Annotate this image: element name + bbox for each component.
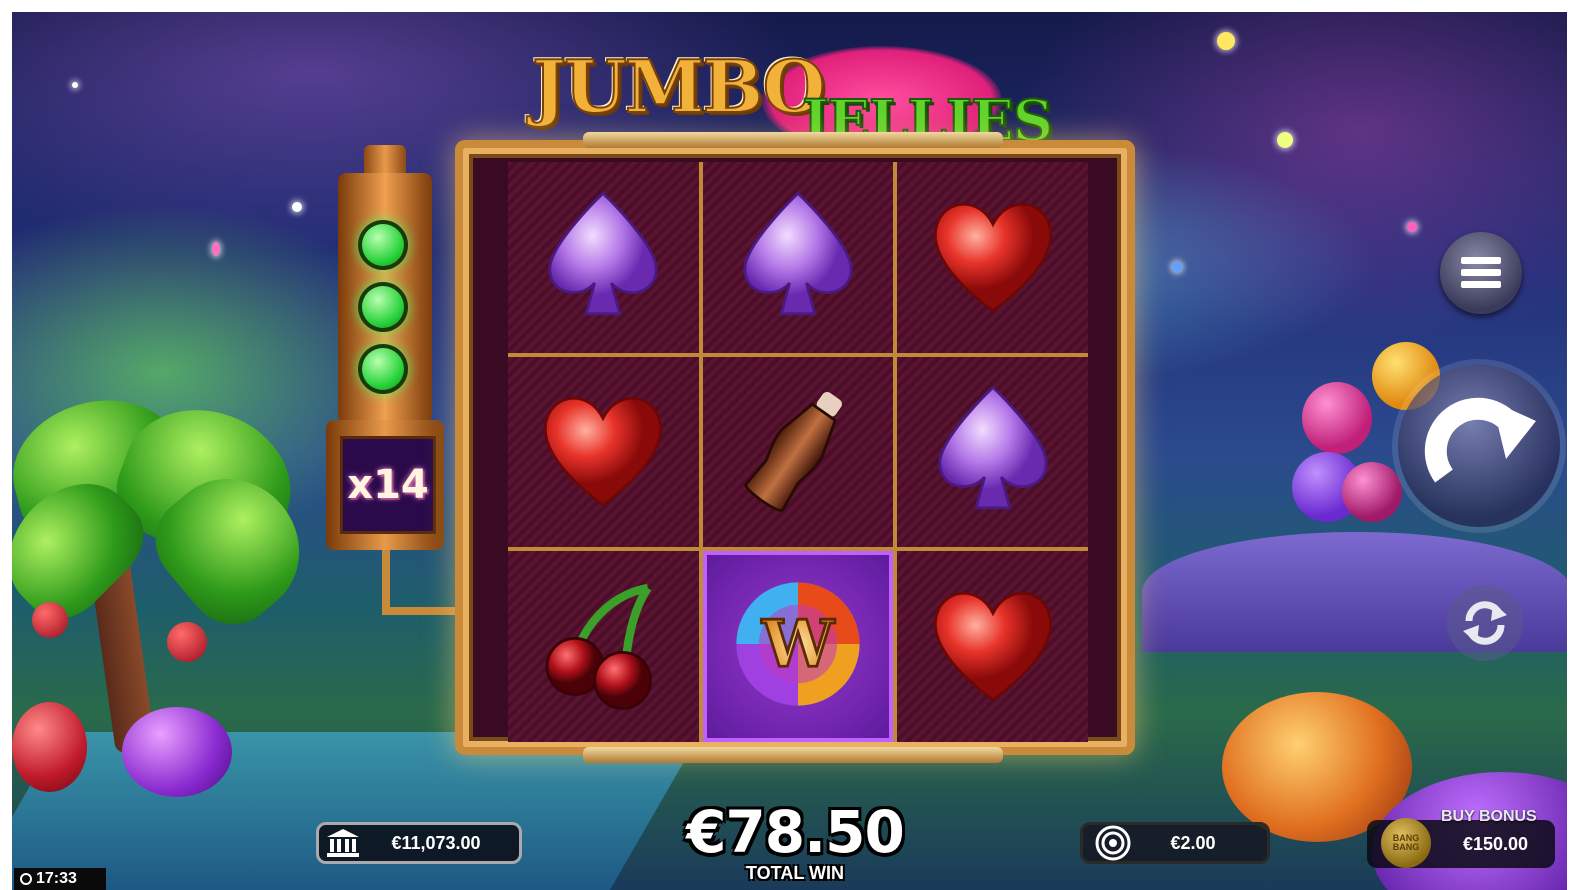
star-decor bbox=[72, 82, 78, 88]
spade-symbol-icon bbox=[923, 379, 1063, 524]
bang-bang-coin-icon: BANG BANG bbox=[1381, 818, 1431, 868]
clock: 17:33 bbox=[14, 868, 106, 890]
bank-icon bbox=[319, 828, 367, 858]
multiplier-meter: x14 bbox=[326, 145, 460, 615]
clock-time: 17:33 bbox=[36, 870, 77, 887]
autoplay-button[interactable] bbox=[1447, 585, 1523, 661]
green-lamp-icon bbox=[358, 220, 408, 270]
multiplier-display: x14 bbox=[326, 420, 444, 550]
multiplier-value: x14 bbox=[347, 462, 429, 508]
reel-cell bbox=[508, 551, 699, 742]
chip-icon bbox=[1083, 825, 1143, 861]
reel-cell bbox=[702, 356, 894, 548]
star-decor bbox=[1217, 32, 1235, 50]
reel-cell: W bbox=[702, 551, 894, 742]
green-lamp-icon bbox=[358, 344, 408, 394]
reel-frame: W bbox=[455, 132, 1135, 763]
heart-symbol-icon bbox=[923, 185, 1063, 330]
balance-display: €11,073.00 bbox=[316, 822, 522, 864]
meter-cap bbox=[364, 145, 406, 175]
cherry-decor bbox=[167, 622, 207, 662]
cola-bottle-symbol-icon bbox=[728, 379, 868, 524]
wild-symbol-icon: W bbox=[728, 574, 868, 719]
autoplay-icon bbox=[1463, 601, 1507, 645]
spin-arrow-icon bbox=[1424, 397, 1536, 483]
coin-text: BANG BANG bbox=[1392, 833, 1420, 852]
balloon-decor bbox=[1302, 382, 1372, 454]
star-decor bbox=[1277, 132, 1293, 148]
reel-cell bbox=[508, 162, 699, 353]
green-lamp-icon bbox=[358, 282, 408, 332]
frame-top-bar bbox=[583, 132, 1003, 148]
reel-cell bbox=[702, 162, 894, 353]
hamburger-icon bbox=[1461, 257, 1501, 288]
star-decor bbox=[292, 202, 302, 212]
spin-button[interactable] bbox=[1398, 365, 1560, 527]
star-decor bbox=[1172, 262, 1182, 272]
heart-symbol-icon bbox=[533, 379, 673, 524]
clock-icon bbox=[20, 873, 32, 885]
spade-symbol-icon bbox=[533, 185, 673, 330]
cherry-decor bbox=[32, 602, 68, 638]
star-decor bbox=[212, 242, 220, 256]
reel-cell bbox=[897, 162, 1088, 353]
meter-pipe bbox=[382, 550, 390, 615]
frame-bottom-bar bbox=[583, 747, 1003, 763]
buy-bonus-button[interactable]: BANG BANG BUY BONUS €150.00 bbox=[1367, 808, 1555, 868]
heart-symbol-icon bbox=[923, 574, 1063, 719]
svg-text:W: W bbox=[761, 608, 836, 683]
meter-pipe bbox=[382, 607, 460, 615]
balance-value: €11,073.00 bbox=[391, 832, 481, 853]
menu-button[interactable] bbox=[1440, 232, 1522, 314]
multiplier-screen: x14 bbox=[340, 436, 436, 534]
total-win-label: TOTAL WIN bbox=[746, 863, 844, 883]
spade-symbol-icon bbox=[728, 185, 868, 330]
jelly-decor bbox=[12, 702, 87, 792]
buy-bonus-price: €150.00 bbox=[1463, 834, 1529, 854]
buy-bonus-label: BUY BONUS bbox=[1441, 808, 1537, 825]
star-decor bbox=[1407, 222, 1417, 232]
reel-cell bbox=[897, 356, 1088, 548]
logo-jumbo: JUMBO bbox=[531, 43, 826, 130]
bet-selector[interactable]: €2.00 bbox=[1080, 822, 1270, 864]
reel-grid: W bbox=[508, 162, 1088, 742]
jelly-decor bbox=[122, 707, 232, 797]
reel-cell bbox=[508, 356, 699, 548]
cherry-symbol-icon bbox=[533, 574, 673, 719]
total-win-amount: €78.50 bbox=[686, 798, 905, 866]
reel-cell bbox=[897, 551, 1088, 742]
balloon-decor bbox=[1342, 462, 1402, 522]
bet-value: €2.00 bbox=[1170, 832, 1216, 853]
